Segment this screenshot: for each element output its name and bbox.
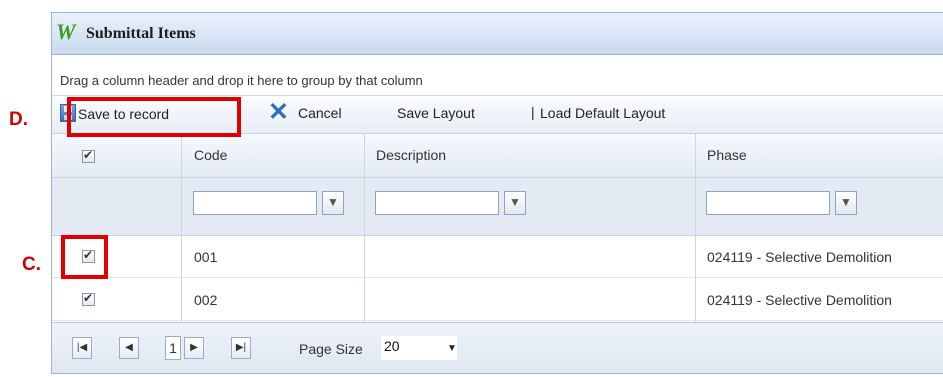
cancel-x-icon[interactable]: ✕ (268, 100, 289, 125)
load-default-layout-button[interactable]: Load Default Layout (540, 105, 665, 121)
app-logo-icon: W (56, 19, 76, 44)
window-title: Submittal Items (86, 25, 196, 42)
window-titlebar: W Submittal Items (52, 13, 943, 55)
table-row[interactable]: 002 024119 - Selective Demolition (52, 279, 943, 321)
phase-cell: 024119 - Selective Demolition (707, 292, 892, 308)
column-header-phase[interactable]: Phase (707, 147, 747, 163)
callout-label-d: D. (9, 109, 28, 130)
save-button-highlight (67, 97, 241, 137)
grid-filter-row: ▼ ▼ ▼ (52, 178, 943, 236)
previous-page-icon[interactable]: ◀ (119, 337, 139, 359)
column-divider (181, 134, 182, 322)
group-by-hint: Drag a column header and drop it here to… (60, 73, 423, 88)
page-size-value: 20 (384, 338, 400, 354)
cancel-button[interactable]: Cancel (298, 105, 342, 121)
current-page-button[interactable]: 1 (165, 336, 181, 360)
column-header-description[interactable]: Description (376, 147, 446, 163)
phase-filter-icon[interactable]: ▼ (835, 191, 857, 215)
group-by-panel[interactable]: Drag a column header and drop it here to… (52, 66, 943, 96)
page-size-label: Page Size (299, 341, 363, 357)
first-page-icon[interactable]: |◀ (72, 337, 92, 359)
phase-filter-input[interactable] (706, 191, 830, 215)
toolbar-separator: | (531, 104, 535, 120)
table-row[interactable]: 001 024119 - Selective Demolition (52, 236, 943, 278)
description-filter-icon[interactable]: ▼ (504, 191, 526, 215)
row-checkbox-highlight (61, 235, 108, 279)
next-page-icon[interactable]: ▶ (184, 337, 204, 359)
submittal-items-window: W Submittal Items Drag a column header a… (51, 12, 943, 374)
select-all-checkbox[interactable] (82, 148, 95, 163)
grid-header-row: Code Description Phase (52, 134, 943, 178)
page-size-select[interactable]: 20 ▼ (381, 336, 457, 360)
last-page-icon[interactable]: ▶| (231, 337, 251, 359)
column-divider (364, 134, 365, 322)
code-cell: 001 (194, 249, 218, 265)
dropdown-arrow-icon[interactable]: ▼ (447, 343, 457, 354)
column-divider (695, 134, 696, 322)
code-filter-input[interactable] (193, 191, 317, 215)
column-header-code[interactable]: Code (194, 147, 227, 163)
code-cell: 002 (194, 292, 218, 308)
row-checkbox[interactable] (82, 291, 95, 306)
grid-pager: |◀ ◀ 1 ▶ ▶| Page Size 20 ▼ (52, 322, 943, 373)
description-filter-input[interactable] (375, 191, 499, 215)
callout-label-c: C. (22, 254, 41, 275)
save-layout-button[interactable]: Save Layout (397, 105, 475, 121)
phase-cell: 024119 - Selective Demolition (707, 249, 892, 265)
code-filter-icon[interactable]: ▼ (322, 191, 344, 215)
